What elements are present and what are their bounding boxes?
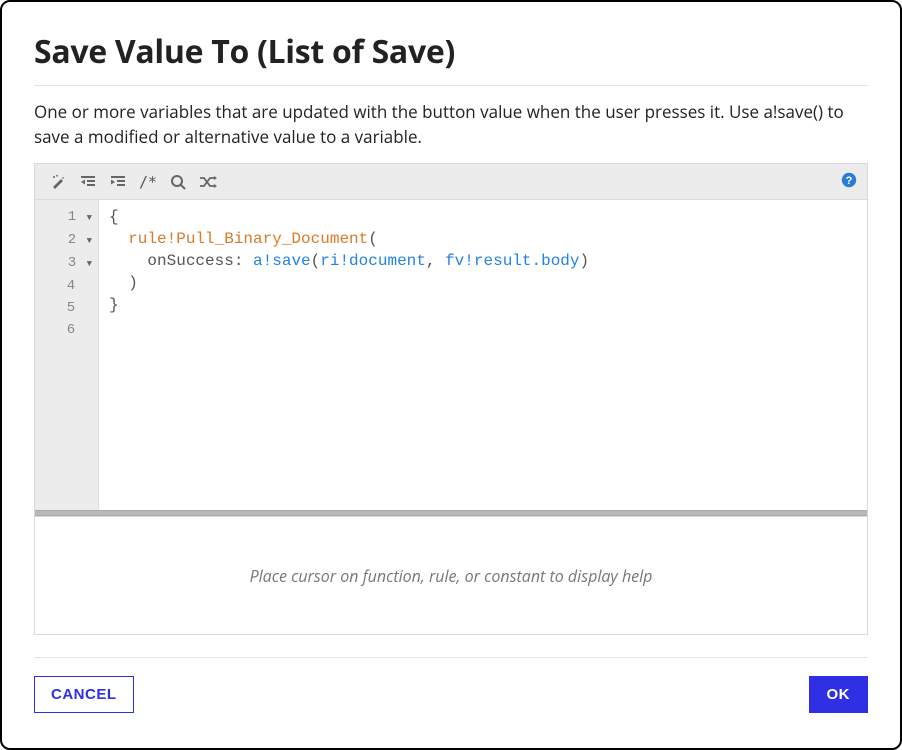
- code-token: }: [109, 296, 119, 314]
- expression-editor: /* ? 1 ▼ 2 ▼ 3 ▼ 4 5 6 { rule!Pull: [34, 163, 868, 517]
- code-token-fn: a!save: [253, 252, 311, 270]
- indent-icon[interactable]: [105, 169, 131, 195]
- dialog-footer: CANCEL OK: [34, 676, 868, 713]
- line-number: 2: [68, 232, 76, 248]
- title-divider: [34, 85, 868, 86]
- footer-divider: [34, 657, 868, 658]
- svg-text:?: ?: [846, 175, 853, 187]
- code-token: onSuccess: [147, 252, 233, 270]
- code-token: :: [234, 252, 253, 270]
- code-token: ): [128, 274, 138, 292]
- comment-block-icon[interactable]: /*: [135, 169, 161, 195]
- line-number: 5: [67, 300, 75, 316]
- context-help-panel: Place cursor on function, rule, or const…: [34, 517, 868, 635]
- context-help-hint: Place cursor on function, rule, or const…: [250, 565, 653, 587]
- line-gutter: 1 ▼ 2 ▼ 3 ▼ 4 5 6: [35, 200, 99, 510]
- ok-button[interactable]: OK: [809, 676, 869, 713]
- code-token-var: ri!document: [320, 252, 426, 270]
- editor-toolbar: /* ?: [35, 164, 867, 200]
- fold-marker[interactable]: ▼: [87, 253, 92, 275]
- code-area[interactable]: 1 ▼ 2 ▼ 3 ▼ 4 5 6 { rule!Pull_Binary_Doc…: [35, 200, 867, 510]
- code-token: ): [580, 252, 590, 270]
- resize-handle[interactable]: [35, 510, 867, 516]
- search-icon[interactable]: [165, 169, 191, 195]
- format-wand-icon[interactable]: [45, 169, 71, 195]
- line-number: 4: [67, 278, 75, 294]
- fold-marker[interactable]: ▼: [87, 207, 92, 229]
- line-number: 3: [68, 255, 76, 271]
- dialog-title: Save Value To (List of Save): [34, 30, 868, 73]
- fold-marker[interactable]: ▼: [87, 230, 92, 252]
- code-token: ,: [426, 252, 445, 270]
- code-token-var: fv!result.body: [445, 252, 579, 270]
- help-icon[interactable]: ?: [841, 171, 857, 193]
- shuffle-icon[interactable]: [195, 169, 221, 195]
- code-content[interactable]: { rule!Pull_Binary_Document( onSuccess: …: [99, 200, 867, 510]
- code-token: (: [368, 230, 378, 248]
- line-number: 6: [67, 322, 75, 338]
- code-token: (: [311, 252, 321, 270]
- code-token: {: [109, 208, 119, 226]
- code-token-rule: rule!Pull_Binary_Document: [128, 230, 368, 248]
- dialog-save-value-to: Save Value To (List of Save) One or more…: [0, 0, 902, 750]
- line-number: 1: [68, 209, 76, 225]
- cancel-button[interactable]: CANCEL: [34, 676, 134, 713]
- outdent-icon[interactable]: [75, 169, 101, 195]
- dialog-description: One or more variables that are updated w…: [34, 100, 868, 149]
